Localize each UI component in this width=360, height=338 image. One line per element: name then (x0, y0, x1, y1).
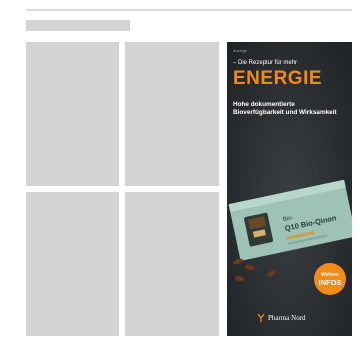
section-heading-placeholder (26, 20, 130, 31)
ad-tagline: – Die Rezeptur für mehr (233, 60, 298, 66)
ad-headline: ENERGIE (233, 68, 323, 89)
more-info-button[interactable]: Weitere INFOS (314, 263, 346, 295)
top-divider (26, 9, 352, 11)
content-tile[interactable] (125, 192, 219, 336)
brand-logo-icon (257, 313, 265, 322)
advertisement-banner[interactable]: Anzeige – Die Rezeptur für mehr ENERGIE … (227, 42, 352, 336)
content-tile[interactable] (26, 42, 119, 186)
ad-claim: Hohe dokumentierte Bioverfügbarkeit und … (233, 101, 337, 116)
content-tile[interactable] (26, 192, 119, 336)
capsule-image (234, 275, 245, 282)
brand-name: Pharma Nord (268, 314, 306, 322)
product-package-image: Bio- Q10 Bio-Qinon (228, 179, 352, 261)
cta-line2: INFOS (318, 278, 342, 287)
content-tile[interactable] (125, 42, 219, 186)
ad-label: Anzeige (233, 49, 248, 53)
